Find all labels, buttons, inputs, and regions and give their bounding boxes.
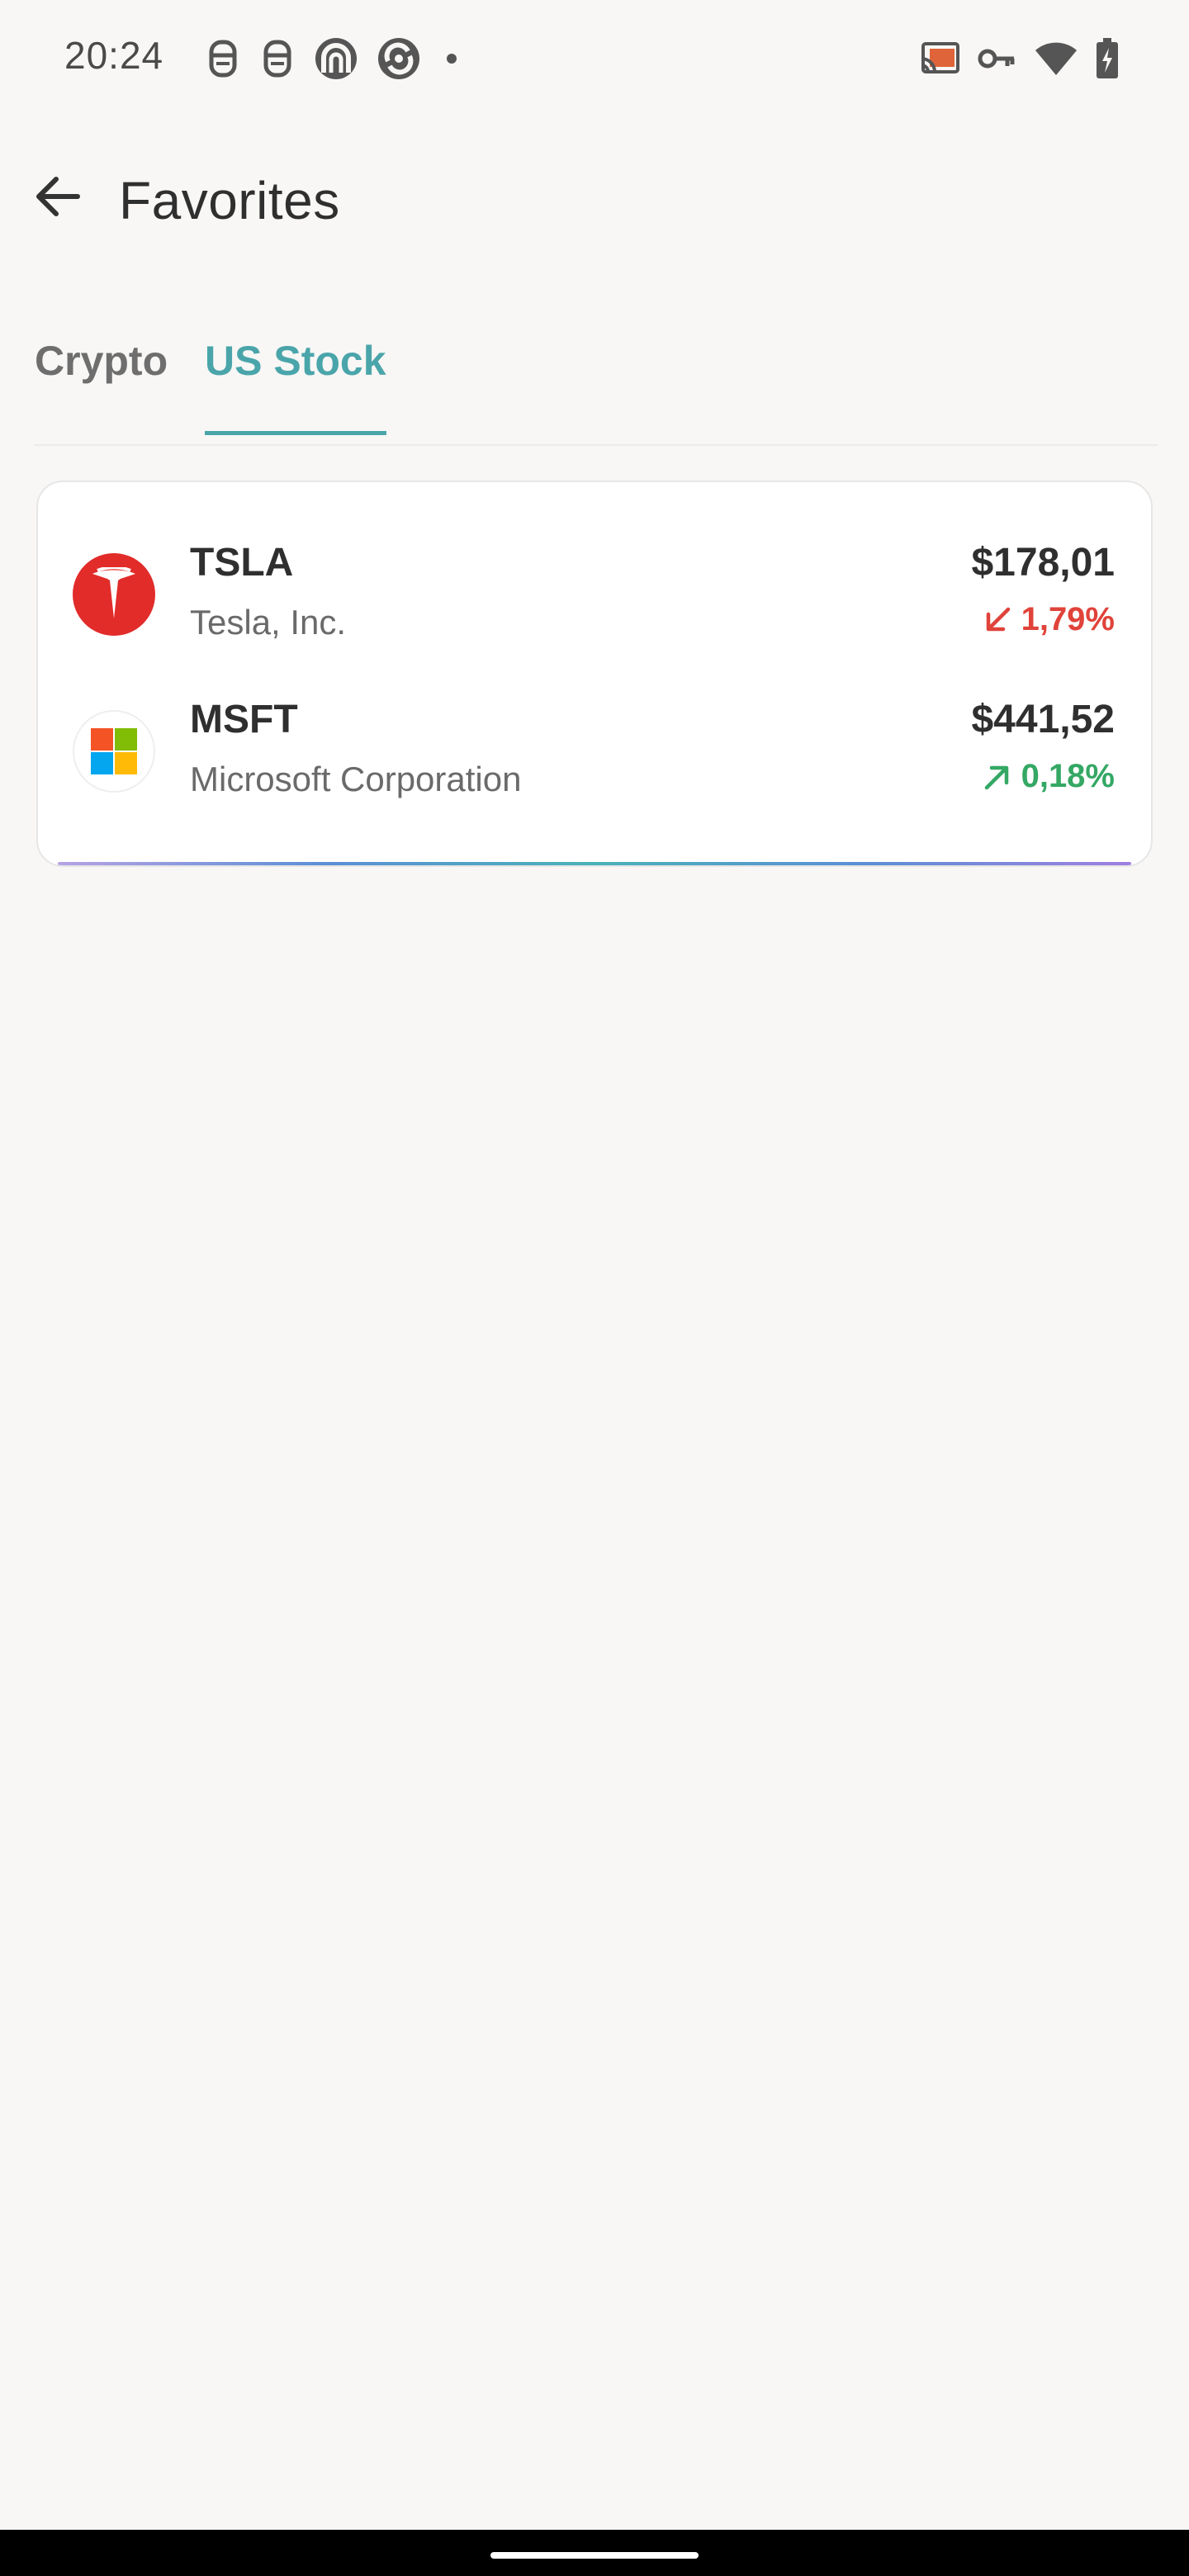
page-title: Favorites — [119, 171, 340, 230]
cast-icon — [918, 40, 961, 77]
notification-app-icon — [259, 37, 296, 80]
stock-price: $441,52 — [971, 698, 1115, 741]
status-time: 20:24 — [64, 34, 164, 77]
arc-app-icon — [314, 36, 358, 81]
system-nav-bar — [0, 2530, 1189, 2576]
home-indicator[interactable] — [490, 2552, 699, 2559]
sync-app-icon — [377, 36, 421, 81]
stock-symbol: TSLA — [190, 541, 294, 585]
company-name: Microsoft Corporation — [190, 760, 522, 798]
notification-app-icon — [205, 37, 241, 80]
tab-us-stock[interactable]: US Stock — [205, 337, 386, 435]
more-dot-icon — [439, 50, 464, 67]
price-change: 1,79% — [983, 601, 1115, 638]
arrow-up-right-icon — [983, 763, 1011, 791]
favorites-list-card: TSLA Tesla, Inc. $178,01 1,79% MSFT Micr… — [36, 481, 1153, 867]
battery-charging-icon — [1095, 38, 1120, 79]
app-header: Favorites — [0, 149, 1189, 256]
arrow-left-icon — [33, 172, 83, 225]
change-percent: 1,79% — [1021, 601, 1115, 637]
notification-icons — [205, 36, 464, 81]
back-button[interactable] — [25, 165, 91, 231]
price-change: 0,18% — [983, 758, 1115, 795]
stock-price: $178,01 — [971, 541, 1115, 585]
tab-crypto[interactable]: Crypto — [35, 337, 168, 431]
company-name: Tesla, Inc. — [190, 603, 347, 642]
card-accent-line — [58, 862, 1131, 865]
system-icons — [918, 38, 1120, 79]
change-percent: 0,18% — [1021, 758, 1115, 794]
tesla-logo-icon — [73, 553, 155, 636]
stock-symbol: MSFT — [190, 698, 298, 741]
market-tabs: Crypto US Stock — [35, 322, 1158, 446]
microsoft-logo-icon — [73, 710, 155, 793]
stock-row-tsla[interactable]: TSLA Tesla, Inc. $178,01 1,79% — [38, 540, 1151, 680]
stock-row-msft[interactable]: MSFT Microsoft Corporation $441,52 0,18% — [38, 697, 1151, 837]
vpn-key-icon — [978, 45, 1017, 73]
wifi-icon — [1034, 40, 1078, 77]
arrow-down-left-icon — [983, 606, 1011, 634]
status-bar: 20:24 — [0, 0, 1189, 116]
